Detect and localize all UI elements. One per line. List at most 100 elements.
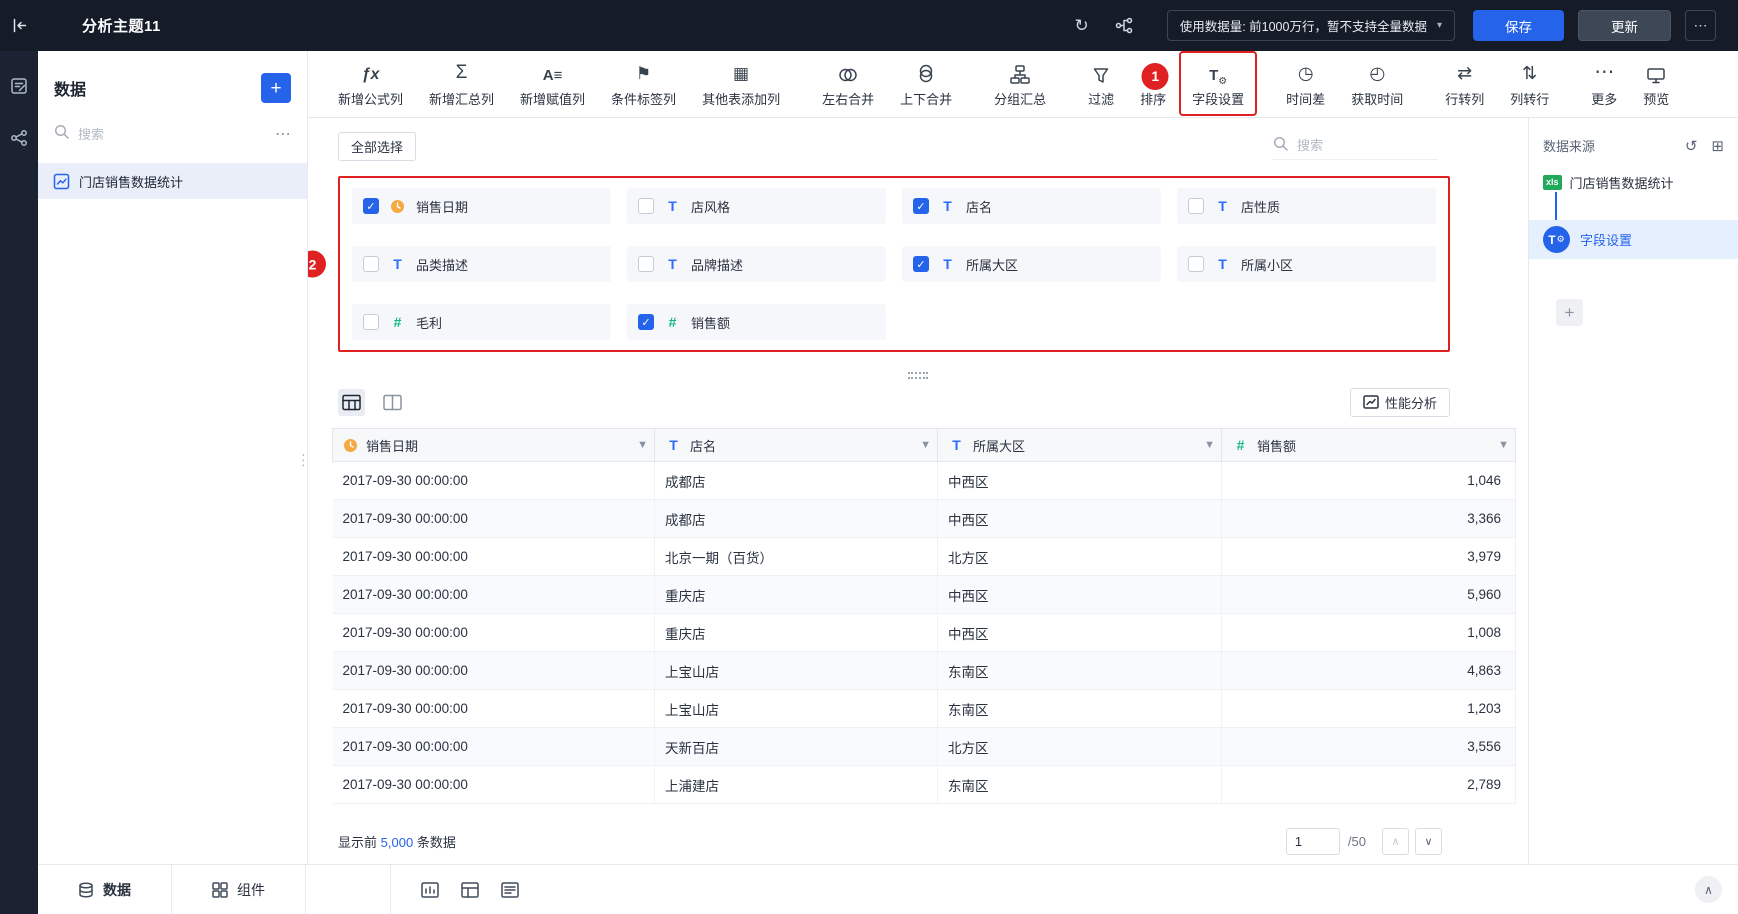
table-row[interactable]: 2017-09-30 00:00:00 上浦建店 东南区 2,789 [332, 765, 1516, 804]
toolbar-item-column-to-row[interactable]: ⇅ 列转行 [1510, 61, 1549, 108]
data-volume-dropdown[interactable]: 使用数据量: 前1000万行，暂不支持全量数据 ▾ [1166, 10, 1455, 41]
table-cell: 中西区 [937, 499, 1222, 538]
dataset-item[interactable]: 门店销售数据统计 [38, 163, 307, 199]
toolbar-item-field-setting[interactable]: T ⚙ 字段设置 [1179, 51, 1258, 116]
checkbox-unchecked-icon[interactable] [1188, 256, 1204, 272]
field-item-store-nature[interactable]: T 店性质 [1177, 188, 1436, 224]
flow-icon[interactable] [1115, 17, 1133, 34]
column-menu-icon[interactable]: ▼ [1498, 439, 1509, 451]
refresh-icon[interactable]: ↻ [1074, 16, 1088, 36]
chart-widget-icon[interactable] [421, 881, 439, 898]
column-header-store-name[interactable]: T 店名 ▼ [654, 428, 938, 462]
field-item-category-desc[interactable]: T 品类描述 [352, 246, 611, 282]
checkbox-unchecked-icon[interactable] [363, 256, 379, 272]
column-menu-icon[interactable]: ▼ [920, 439, 931, 451]
column-menu-icon[interactable]: ▼ [637, 439, 648, 451]
toolbar-item-summary-column[interactable]: Σ 新增汇总列 [429, 61, 494, 108]
page-input[interactable] [1285, 827, 1340, 855]
checkbox-unchecked-icon[interactable] [638, 256, 654, 272]
column-menu-icon[interactable]: ▼ [1204, 439, 1215, 451]
field-item-brand-desc[interactable]: T 品牌描述 [627, 246, 886, 282]
toolbar-item-assign-column[interactable]: A≡ 新增赋值列 [520, 61, 585, 108]
page-down-button[interactable]: ∨ [1415, 827, 1442, 855]
exit-icon[interactable] [0, 17, 38, 34]
select-all-button[interactable]: 全部选择 [338, 131, 417, 161]
table-widget-icon[interactable] [461, 881, 479, 898]
toolbar-item-preview[interactable]: 预览 [1643, 61, 1669, 108]
save-button[interactable]: 保存 [1473, 10, 1564, 41]
table-cell: 2017-09-30 00:00:00 [332, 575, 655, 614]
checkbox-unchecked-icon[interactable] [638, 198, 654, 214]
collapse-icon[interactable]: ∧ [1695, 876, 1722, 903]
toolbar-item-merge-left-right[interactable]: 左右合并 [822, 61, 874, 108]
performance-analysis-button[interactable]: 性能分析 [1349, 387, 1450, 417]
table-cell: 成都店 [654, 499, 938, 538]
search-options-icon[interactable]: ⋯ [275, 124, 291, 144]
relation-icon[interactable] [10, 129, 28, 147]
history-icon[interactable]: ↺ [1685, 137, 1698, 155]
toolbar-item-sort[interactable]: 排序 1 [1140, 61, 1169, 108]
toolbar-item-time-diff[interactable]: ◷ 时间差 [1286, 61, 1325, 108]
card-view-icon[interactable] [379, 389, 406, 416]
checkbox-checked-icon[interactable]: ✓ [638, 314, 654, 330]
toolbar-item-get-time[interactable]: ◴ 获取时间 [1351, 61, 1403, 108]
table-row[interactable]: 2017-09-30 00:00:00 上宝山店 东南区 1,203 [332, 689, 1516, 728]
field-item-sales-amount[interactable]: ✓ # 销售额 [627, 304, 886, 340]
checkbox-unchecked-icon[interactable] [1188, 198, 1204, 214]
table-row[interactable]: 2017-09-30 00:00:00 重庆店 中西区 1,008 [332, 613, 1516, 652]
text-field-icon: T [393, 256, 402, 272]
data-source-header: 数据来源 ↺ ⊞ [1543, 136, 1724, 155]
sidebar-resize-handle[interactable]: ⋮ [296, 451, 311, 469]
tab-components[interactable]: 组件 [172, 865, 306, 914]
field-search [1273, 132, 1438, 160]
table-toolbar: 性能分析 [308, 384, 1528, 428]
table-row[interactable]: 2017-09-30 00:00:00 成都店 中西区 1,046 [332, 461, 1516, 500]
column-header-sale-date[interactable]: 销售日期 ▼ [332, 428, 655, 462]
table-view-icon[interactable] [338, 388, 365, 416]
table-row[interactable]: 2017-09-30 00:00:00 成都店 中西区 3,366 [332, 499, 1516, 538]
checkbox-unchecked-icon[interactable] [363, 314, 379, 330]
splitter-grip-icon [908, 371, 928, 379]
table-row[interactable]: 2017-09-30 00:00:00 北京一期（百货） 北方区 3,979 [332, 537, 1516, 576]
update-button[interactable]: 更新 [1578, 10, 1671, 41]
table-row[interactable]: 2017-09-30 00:00:00 天新百店 北方区 3,556 [332, 727, 1516, 766]
field-item-gross-profit[interactable]: # 毛利 [352, 304, 611, 340]
layout-icon[interactable]: ⊞ [1711, 137, 1724, 155]
toolbar-item-formula-column[interactable]: ƒx 新增公式列 [338, 61, 403, 108]
topbar-more-button[interactable]: ⋯ [1685, 10, 1716, 41]
toolbar-item-more[interactable]: ⋯ 更多 [1591, 61, 1617, 108]
checkbox-checked-icon[interactable]: ✓ [913, 256, 929, 272]
fields-grid: ✓ 销售日期 T 店风格 ✓ T 店名 T 店性质 T 品类描述 T 品牌描述 ✓ T 所属大区 … [352, 188, 1436, 340]
add-data-button[interactable]: + [261, 73, 291, 103]
toolbar-item-group-summary[interactable]: 分组汇总 [994, 61, 1046, 108]
body: 数据 + ⋯ 门店销售数据统计 ⋮ [0, 51, 1738, 914]
page-up-button[interactable]: ∧ [1382, 827, 1409, 855]
field-item-region[interactable]: ✓ T 所属大区 [902, 246, 1161, 282]
table-row[interactable]: 2017-09-30 00:00:00 重庆店 中西区 5,960 [332, 575, 1516, 614]
field-item-store-style[interactable]: T 店风格 [627, 188, 886, 224]
toolbar-item-merge-top-bottom[interactable]: 上下合并 [900, 61, 952, 108]
database-icon [78, 881, 94, 898]
table-cell: 2017-09-30 00:00:00 [332, 765, 655, 804]
checkbox-checked-icon[interactable]: ✓ [363, 198, 379, 214]
source-table-item[interactable]: xls 门店销售数据统计 [1543, 173, 1724, 192]
checkbox-checked-icon[interactable]: ✓ [913, 198, 929, 214]
column-header-sales-amount[interactable]: # 销售额 ▼ [1221, 428, 1516, 462]
field-item-store-name[interactable]: ✓ T 店名 [902, 188, 1161, 224]
sidebar-search-input[interactable] [78, 126, 266, 142]
toolbar-item-row-to-column[interactable]: ⇄ 行转列 [1445, 61, 1484, 108]
list-widget-icon[interactable] [501, 881, 519, 898]
toolbar-item-other-table-column[interactable]: ▦ 其他表添加列 [702, 61, 780, 108]
field-item-sub-region[interactable]: T 所属小区 [1177, 246, 1436, 282]
add-step-button[interactable]: + [1556, 299, 1583, 326]
toolbar-item-condition-tag-column[interactable]: ⚑ 条件标签列 [611, 61, 676, 108]
field-search-input[interactable] [1297, 138, 1438, 153]
panel-splitter[interactable] [308, 366, 1528, 384]
field-item-sale-date[interactable]: ✓ 销售日期 [352, 188, 611, 224]
table-row[interactable]: 2017-09-30 00:00:00 上宝山店 东南区 4,863 [332, 651, 1516, 690]
data-edit-icon[interactable] [10, 77, 28, 95]
tab-data[interactable]: 数据 [38, 865, 172, 914]
field-setting-node[interactable]: T ⚙ 字段设置 [1529, 220, 1738, 259]
toolbar-item-filter[interactable]: 过滤 [1088, 61, 1114, 108]
column-header-region[interactable]: T 所属大区 ▼ [937, 428, 1222, 462]
